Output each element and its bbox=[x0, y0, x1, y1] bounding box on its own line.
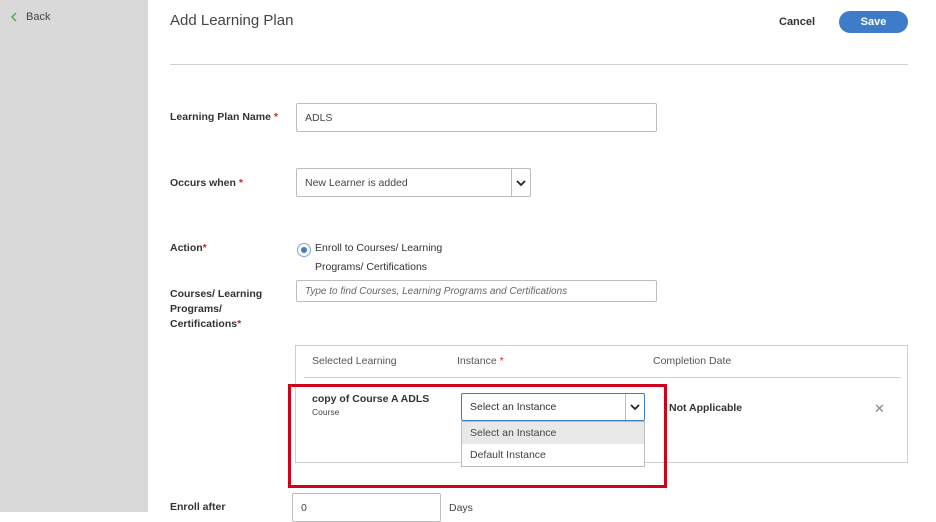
chevron-down-icon[interactable] bbox=[511, 169, 530, 196]
occurs-when-select[interactable]: New Learner is added bbox=[296, 168, 531, 197]
header-selected-learning: Selected Learning bbox=[312, 355, 397, 367]
table-divider bbox=[304, 377, 901, 378]
course-name: copy of Course A ADLS bbox=[312, 393, 430, 405]
back-link[interactable]: Back bbox=[8, 11, 50, 23]
chevron-left-icon bbox=[10, 12, 17, 22]
main-panel: Add Learning Plan Cancel Save Learning P… bbox=[148, 0, 936, 522]
plan-name-input[interactable]: ADLS bbox=[296, 103, 657, 132]
completion-date-value: Not Applicable bbox=[669, 402, 743, 414]
courses-search-input[interactable]: Type to find Courses, Learning Programs … bbox=[296, 280, 657, 302]
action-label: Action* bbox=[170, 242, 207, 254]
header-divider bbox=[170, 64, 908, 65]
enroll-after-label: Enroll after bbox=[170, 501, 226, 513]
course-type: Course bbox=[312, 407, 340, 417]
remove-icon[interactable]: ✕ bbox=[874, 401, 885, 417]
enroll-after-input[interactable]: 0 bbox=[292, 493, 441, 522]
plan-name-label: Learning Plan Name * bbox=[170, 111, 278, 123]
page-title: Add Learning Plan bbox=[170, 12, 294, 29]
cancel-button[interactable]: Cancel bbox=[779, 16, 815, 28]
sidebar: Back bbox=[0, 0, 148, 512]
header-completion-date: Completion Date bbox=[653, 355, 732, 367]
instance-option[interactable]: Default Instance bbox=[462, 444, 644, 466]
chevron-down-icon[interactable] bbox=[625, 394, 644, 420]
enroll-after-unit: Days bbox=[449, 502, 473, 514]
instance-option[interactable]: Select an Instance bbox=[462, 422, 644, 444]
instance-dropdown: Select an Instance Default Instance bbox=[461, 421, 645, 467]
enroll-radio[interactable] bbox=[297, 243, 311, 257]
enroll-radio-label: Enroll to Courses/ Learning Programs/ Ce… bbox=[315, 242, 443, 273]
instance-select[interactable]: Select an Instance bbox=[461, 393, 645, 421]
save-button[interactable]: Save bbox=[839, 11, 908, 33]
courses-label: Courses/ Learning Programs/ Certificatio… bbox=[170, 288, 263, 330]
back-label: Back bbox=[26, 11, 51, 23]
occurs-when-label: Occurs when * bbox=[170, 177, 243, 189]
header-instance: Instance * bbox=[457, 355, 504, 367]
